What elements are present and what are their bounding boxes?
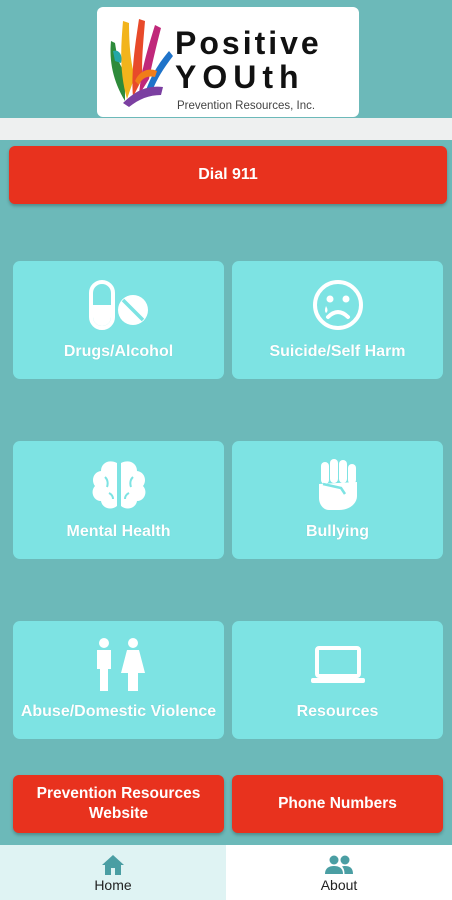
- nav-about[interactable]: About: [226, 845, 452, 900]
- dial-911-label: Dial 911: [198, 166, 258, 183]
- phone-numbers-label: Phone Numbers: [278, 795, 397, 812]
- brain-icon: [92, 461, 145, 509]
- tile-resources[interactable]: Resources: [232, 621, 443, 739]
- nav-home-label: Home: [94, 876, 132, 893]
- sad-face-icon: [312, 280, 363, 330]
- header-divider: [0, 118, 452, 140]
- tile-drugs-alcohol[interactable]: Drugs/Alcohol: [13, 261, 224, 379]
- tile-label: Resources: [296, 703, 379, 720]
- hands-logo-icon: [110, 19, 173, 107]
- fist-icon: [318, 459, 357, 510]
- nav-home[interactable]: Home: [0, 845, 226, 900]
- tile-label: Mental Health: [66, 523, 171, 540]
- tile-label: Suicide/Self Harm: [269, 343, 406, 360]
- phone-numbers-button[interactable]: Phone Numbers: [232, 775, 443, 833]
- logo-title-youth: YOUth: [175, 59, 305, 95]
- logo-title-positive: Positive: [175, 25, 322, 61]
- nav-about-label: About: [320, 876, 358, 893]
- tile-mental-health[interactable]: Mental Health: [13, 441, 224, 559]
- people-icon: [325, 855, 353, 874]
- tile-label: Drugs/Alcohol: [63, 343, 174, 360]
- bottom-nav: Home About: [0, 845, 452, 900]
- tile-abuse-domestic-violence[interactable]: Abuse/Domestic Violence: [13, 621, 224, 739]
- website-button-line1: Prevention Resources: [36, 785, 201, 802]
- tile-suicide-self-harm[interactable]: Suicide/Self Harm: [232, 261, 443, 379]
- restroom-icon: [96, 638, 145, 691]
- laptop-icon: [310, 646, 365, 683]
- pills-icon: [88, 280, 148, 330]
- logo-subtitle: Prevention Resources, Inc.: [177, 100, 316, 112]
- dial-911-button[interactable]: Dial 911: [9, 146, 447, 204]
- tile-label: Bullying: [305, 523, 370, 540]
- home-icon: [102, 854, 124, 875]
- website-button-line2: Website: [88, 805, 149, 822]
- logo: Positive YOUth Prevention Resources, Inc…: [97, 7, 359, 117]
- prevention-resources-website-button[interactable]: Prevention Resources Website: [13, 775, 224, 833]
- tile-bullying[interactable]: Bullying: [232, 441, 443, 559]
- tile-label: Abuse/Domestic Violence: [20, 703, 217, 720]
